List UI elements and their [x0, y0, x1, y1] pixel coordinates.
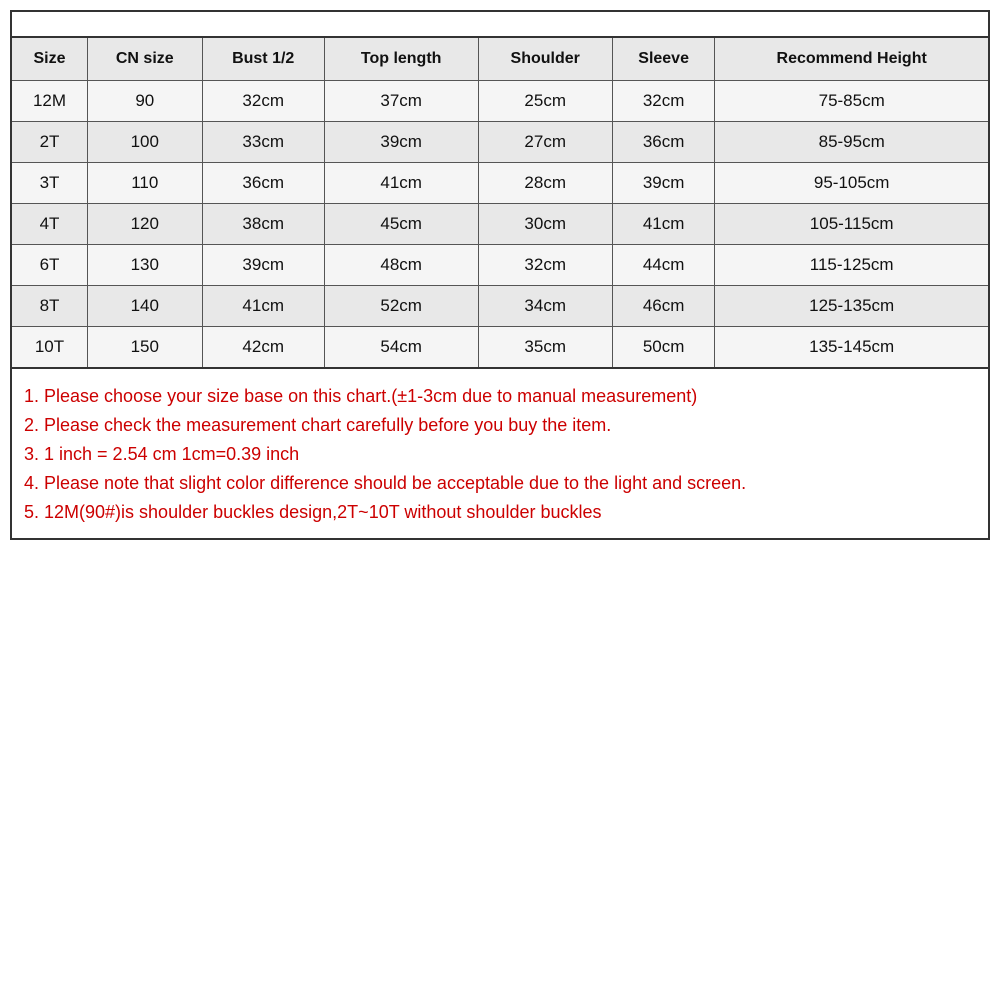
table-cell-6-5: 50cm: [612, 327, 714, 369]
note-item-2: 2. Please check the measurement chart ca…: [24, 412, 976, 439]
header-cell-0: Size: [11, 37, 87, 81]
table-cell-6-2: 42cm: [202, 327, 324, 369]
table-cell-0-2: 32cm: [202, 81, 324, 122]
table-cell-5-1: 140: [87, 286, 202, 327]
table-cell-6-4: 35cm: [478, 327, 612, 369]
table-row: 8T14041cm52cm34cm46cm125-135cm: [11, 286, 989, 327]
table-cell-2-1: 110: [87, 163, 202, 204]
table-cell-1-3: 39cm: [324, 122, 478, 163]
table-cell-5-0: 8T: [11, 286, 87, 327]
table-cell-4-6: 115-125cm: [715, 245, 989, 286]
table-cell-4-3: 48cm: [324, 245, 478, 286]
table-row: 3T11036cm41cm28cm39cm95-105cm: [11, 163, 989, 204]
table-row: 2T10033cm39cm27cm36cm85-95cm: [11, 122, 989, 163]
table-cell-3-5: 41cm: [612, 204, 714, 245]
table-cell-1-2: 33cm: [202, 122, 324, 163]
table-cell-6-0: 10T: [11, 327, 87, 369]
table-row: 4T12038cm45cm30cm41cm105-115cm: [11, 204, 989, 245]
table-cell-2-6: 95-105cm: [715, 163, 989, 204]
table-cell-2-4: 28cm: [478, 163, 612, 204]
table-cell-4-0: 6T: [11, 245, 87, 286]
table-cell-0-1: 90: [87, 81, 202, 122]
table-row: 10T15042cm54cm35cm50cm135-145cm: [11, 327, 989, 369]
table-row: 12M9032cm37cm25cm32cm75-85cm: [11, 81, 989, 122]
table-header: SizeCN sizeBust 1/2Top lengthShoulderSle…: [11, 37, 989, 81]
table-cell-2-2: 36cm: [202, 163, 324, 204]
header-cell-5: Sleeve: [612, 37, 714, 81]
table-cell-3-4: 30cm: [478, 204, 612, 245]
note-item-5: 5. 12M(90#)is shoulder buckles design,2T…: [24, 499, 976, 526]
table-cell-0-5: 32cm: [612, 81, 714, 122]
table-cell-4-1: 130: [87, 245, 202, 286]
table-cell-6-3: 54cm: [324, 327, 478, 369]
table-cell-0-6: 75-85cm: [715, 81, 989, 122]
table-cell-1-0: 2T: [11, 122, 87, 163]
table-cell-6-1: 150: [87, 327, 202, 369]
header-cell-1: CN size: [87, 37, 202, 81]
table-cell-3-2: 38cm: [202, 204, 324, 245]
header-row: SizeCN sizeBust 1/2Top lengthShoulderSle…: [11, 37, 989, 81]
table-cell-4-2: 39cm: [202, 245, 324, 286]
table-cell-1-5: 36cm: [612, 122, 714, 163]
note-item-3: 3. 1 inch = 2.54 cm 1cm=0.39 inch: [24, 441, 976, 468]
header-cell-3: Top length: [324, 37, 478, 81]
table-cell-2-3: 41cm: [324, 163, 478, 204]
table-cell-2-0: 3T: [11, 163, 87, 204]
table-cell-5-5: 46cm: [612, 286, 714, 327]
table-body: 12M9032cm37cm25cm32cm75-85cm2T10033cm39c…: [11, 81, 989, 369]
title-section: [10, 10, 990, 36]
note-item-4: 4. Please note that slight color differe…: [24, 470, 976, 497]
table-cell-4-4: 32cm: [478, 245, 612, 286]
size-table: SizeCN sizeBust 1/2Top lengthShoulderSle…: [10, 36, 990, 369]
table-cell-2-5: 39cm: [612, 163, 714, 204]
main-container: SizeCN sizeBust 1/2Top lengthShoulderSle…: [0, 0, 1000, 1000]
header-cell-2: Bust 1/2: [202, 37, 324, 81]
table-cell-4-5: 44cm: [612, 245, 714, 286]
table-cell-5-3: 52cm: [324, 286, 478, 327]
table-cell-3-0: 4T: [11, 204, 87, 245]
table-cell-0-0: 12M: [11, 81, 87, 122]
table-cell-5-6: 125-135cm: [715, 286, 989, 327]
table-cell-1-4: 27cm: [478, 122, 612, 163]
table-cell-6-6: 135-145cm: [715, 327, 989, 369]
table-cell-5-4: 34cm: [478, 286, 612, 327]
note-item-1: 1. Please choose your size base on this …: [24, 383, 976, 410]
table-cell-1-1: 100: [87, 122, 202, 163]
table-cell-0-3: 37cm: [324, 81, 478, 122]
table-cell-3-1: 120: [87, 204, 202, 245]
table-cell-3-3: 45cm: [324, 204, 478, 245]
table-cell-3-6: 105-115cm: [715, 204, 989, 245]
table-cell-5-2: 41cm: [202, 286, 324, 327]
table-row: 6T13039cm48cm32cm44cm115-125cm: [11, 245, 989, 286]
header-cell-6: Recommend Height: [715, 37, 989, 81]
table-cell-0-4: 25cm: [478, 81, 612, 122]
table-cell-1-6: 85-95cm: [715, 122, 989, 163]
header-cell-4: Shoulder: [478, 37, 612, 81]
notes-section: 1. Please choose your size base on this …: [10, 369, 990, 540]
